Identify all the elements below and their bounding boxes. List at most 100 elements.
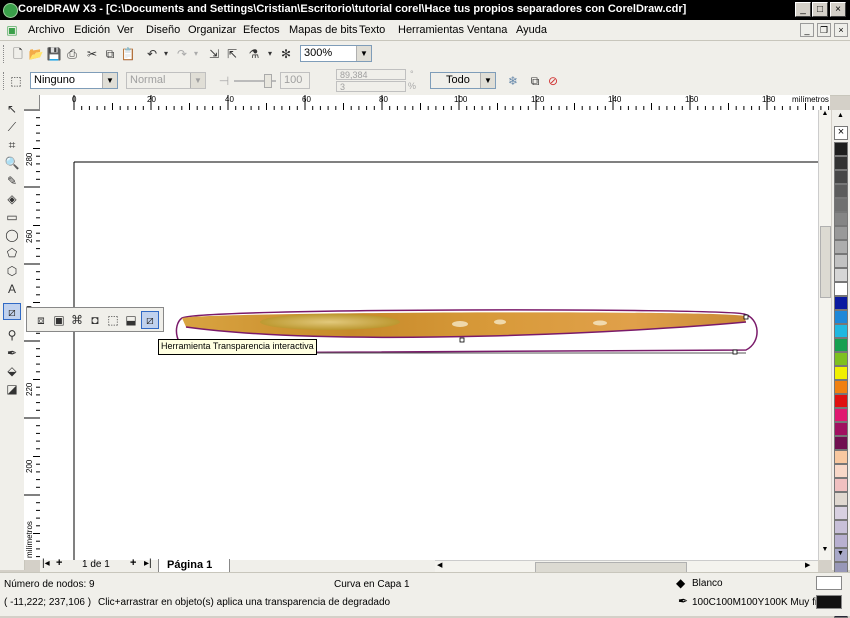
color-swatch[interactable]	[834, 408, 848, 422]
color-swatch[interactable]	[834, 352, 848, 366]
horizontal-ruler[interactable]: 0 20 40 60 80 100 120 140 160 180 milíme…	[40, 95, 830, 111]
menu-ver[interactable]: Ver	[117, 24, 134, 36]
color-swatch[interactable]	[834, 380, 848, 394]
distort-tool-icon[interactable]: ⌘	[69, 312, 85, 328]
polygon-tool-icon[interactable]: ⬠	[3, 245, 21, 262]
export-icon[interactable]: ⇱	[224, 46, 240, 62]
color-swatch[interactable]	[834, 422, 848, 436]
mdi-restore-button[interactable]: ❐	[817, 23, 831, 37]
interactive-fill-tool-icon[interactable]: ◪	[3, 381, 21, 398]
new-document-icon[interactable]: 🗋	[10, 46, 26, 62]
color-swatch[interactable]	[834, 212, 848, 226]
blend-tool-icon[interactable]: ⧈	[33, 312, 49, 328]
toolbar-grip[interactable]	[3, 45, 7, 63]
outline-color-swatch[interactable]	[816, 595, 842, 609]
crop-tool-icon[interactable]: ⌗	[3, 137, 21, 154]
color-swatch[interactable]	[834, 506, 848, 520]
menu-efectos[interactable]: Efectos	[243, 24, 280, 36]
scroll-up-arrow-icon[interactable]: ▲	[820, 110, 830, 120]
color-swatch[interactable]	[834, 394, 848, 408]
fill-color-swatch[interactable]	[816, 576, 842, 590]
color-swatch[interactable]	[834, 492, 848, 506]
menu-archivo[interactable]: Archivo	[28, 24, 65, 36]
copy-icon[interactable]: ⧉	[102, 46, 118, 62]
vertical-ruler[interactable]: 280 260 240 220 200 milímetros	[24, 110, 41, 560]
drop-shadow-tool-icon[interactable]: ◘	[87, 312, 103, 328]
transparency-type-select[interactable]: Ninguno ▼	[30, 72, 118, 89]
color-swatch[interactable]	[834, 338, 848, 352]
color-swatch[interactable]	[834, 534, 848, 548]
color-swatch[interactable]	[834, 282, 848, 296]
vertical-scroll-thumb[interactable]	[820, 226, 831, 298]
no-color-swatch[interactable]: ×	[834, 126, 848, 140]
vertical-scrollbar[interactable]: ▲ ▼	[818, 110, 831, 560]
color-swatch[interactable]	[834, 478, 848, 492]
close-button[interactable]: ×	[830, 2, 846, 17]
print-icon[interactable]: ⎙	[64, 46, 80, 62]
interactive-transparency-tool-icon[interactable]: ⧄	[3, 303, 21, 320]
shape-tool-icon[interactable]: ⟋	[3, 119, 21, 136]
scroll-left-arrow-icon[interactable]: ◀	[437, 561, 442, 569]
redo-dropdown-icon[interactable]: ▾	[188, 46, 204, 62]
chevron-down-icon[interactable]: ▼	[356, 46, 371, 61]
contour-tool-icon[interactable]: ▣	[51, 312, 67, 328]
color-swatch[interactable]	[834, 268, 848, 282]
color-swatch[interactable]	[834, 436, 848, 450]
chevron-down-icon[interactable]: ▼	[102, 73, 117, 88]
color-swatch[interactable]	[834, 226, 848, 240]
color-swatch[interactable]	[834, 310, 848, 324]
paste-icon[interactable]: 📋	[120, 46, 136, 62]
menu-mapas-de-bits[interactable]: Mapas de bits	[289, 24, 357, 36]
scroll-down-arrow-icon[interactable]: ▼	[820, 546, 830, 556]
menu-texto[interactable]: Texto	[359, 24, 385, 36]
menu-herramientas[interactable]: Herramientas	[398, 24, 464, 36]
transparency-target-select[interactable]: Todo ▼	[430, 72, 496, 89]
fill-tool-icon[interactable]: ⬙	[3, 363, 21, 380]
menu-organizar[interactable]: Organizar	[188, 24, 236, 36]
color-swatch[interactable]	[834, 198, 848, 212]
application-launcher-icon[interactable]: ⚗	[246, 46, 262, 62]
minimize-button[interactable]: _	[795, 2, 811, 17]
outline-tool-icon[interactable]: ✒	[3, 345, 21, 362]
transparency-presets-icon[interactable]: ⬚	[8, 73, 24, 89]
rectangle-tool-icon[interactable]: ▭	[3, 209, 21, 226]
clear-transparency-icon[interactable]: ⊘	[545, 73, 561, 89]
eyedropper-tool-icon[interactable]: ⚲	[3, 327, 21, 344]
transparency-tool-icon[interactable]: ⧄	[141, 311, 159, 329]
copy-transparency-icon[interactable]: ⧉	[527, 73, 543, 89]
menu-edicion[interactable]: Edición	[74, 24, 110, 36]
chevron-down-icon[interactable]: ▼	[480, 73, 495, 88]
menu-ventana[interactable]: Ventana	[467, 24, 507, 36]
scroll-right-arrow-icon[interactable]: ▶	[805, 561, 810, 569]
cut-icon[interactable]: ✂	[84, 46, 100, 62]
open-icon[interactable]: 📂	[28, 46, 44, 62]
mdi-close-button[interactable]: ×	[834, 23, 848, 37]
color-swatch[interactable]	[834, 366, 848, 380]
color-swatch[interactable]	[834, 170, 848, 184]
color-swatch[interactable]	[834, 464, 848, 478]
smart-fill-tool-icon[interactable]: ◈	[3, 191, 21, 208]
launcher-dropdown-icon[interactable]: ▾	[262, 46, 278, 62]
transparency-value-field[interactable]: 100	[280, 72, 310, 89]
color-swatch[interactable]	[834, 156, 848, 170]
edge-pad-field[interactable]: 89,384	[336, 69, 406, 80]
color-swatch[interactable]	[834, 240, 848, 254]
chevron-down-icon[interactable]: ▼	[190, 73, 205, 88]
palette-scroll-up-icon[interactable]: ▲	[837, 112, 844, 119]
last-page-icon[interactable]: ▸|	[144, 558, 152, 569]
extrude-tool-icon[interactable]: ⬓	[123, 312, 139, 328]
color-swatch[interactable]	[834, 184, 848, 198]
slider-handle[interactable]	[264, 74, 272, 88]
zoom-level-select[interactable]: 300% ▼	[300, 45, 372, 62]
transparency-mode-select[interactable]: Normal ▼	[126, 72, 206, 89]
angle-field[interactable]: 3	[336, 81, 406, 92]
color-swatch[interactable]	[834, 254, 848, 268]
pick-tool-icon[interactable]: ↖	[3, 101, 21, 118]
freeze-icon[interactable]: ❄	[505, 73, 521, 89]
basic-shapes-tool-icon[interactable]: ⬡	[3, 263, 21, 280]
color-swatch[interactable]	[834, 142, 848, 156]
palette-scroll-down-icon[interactable]: ▼	[837, 550, 844, 557]
drawing-canvas[interactable]	[40, 110, 818, 560]
color-swatch[interactable]	[834, 450, 848, 464]
freehand-tool-icon[interactable]: ✎	[3, 173, 21, 190]
